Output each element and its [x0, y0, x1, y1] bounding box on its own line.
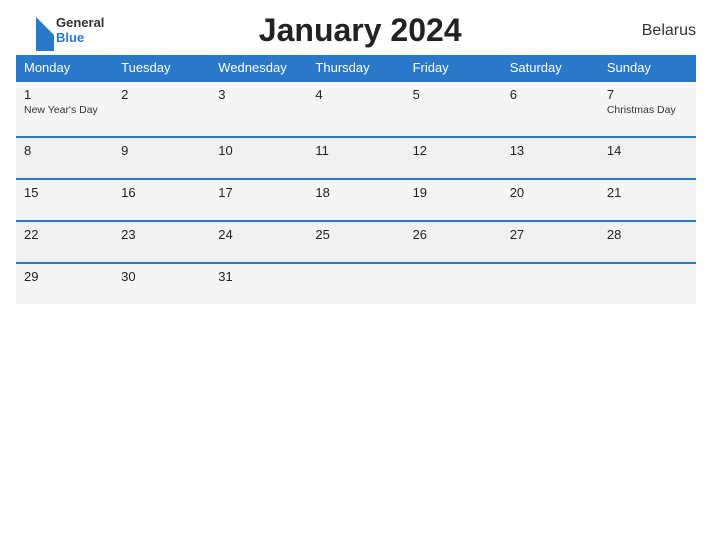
calendar-cell: 26 [405, 221, 502, 263]
calendar-cell [307, 263, 404, 304]
day-number: 12 [413, 143, 494, 158]
calendar-cell: 16 [113, 179, 210, 221]
weekday-header-sunday: Sunday [599, 55, 696, 81]
day-number: 23 [121, 227, 202, 242]
calendar-cell: 28 [599, 221, 696, 263]
day-number: 25 [315, 227, 396, 242]
calendar-cell: 6 [502, 81, 599, 137]
calendar-cell: 2 [113, 81, 210, 137]
calendar-cell: 13 [502, 137, 599, 179]
holiday-label: New Year's Day [24, 104, 105, 116]
calendar-cell: 12 [405, 137, 502, 179]
calendar-title: January 2024 [104, 12, 616, 49]
day-number: 14 [607, 143, 688, 158]
calendar-cell [599, 263, 696, 304]
day-number: 20 [510, 185, 591, 200]
logo-general-label: General [56, 16, 104, 30]
day-number: 16 [121, 185, 202, 200]
weekday-header-monday: Monday [16, 55, 113, 81]
day-number: 15 [24, 185, 105, 200]
calendar-week-row: 15 16 17 18 19 20 21 [16, 179, 696, 221]
weekday-header-saturday: Saturday [502, 55, 599, 81]
calendar-cell: 17 [210, 179, 307, 221]
calendar-cell: 18 [307, 179, 404, 221]
logo: General Blue [16, 13, 104, 49]
calendar-cell: 29 [16, 263, 113, 304]
calendar-cell: 5 [405, 81, 502, 137]
calendar-cell [502, 263, 599, 304]
day-number: 3 [218, 87, 299, 102]
weekday-header-thursday: Thursday [307, 55, 404, 81]
calendar-cell [405, 263, 502, 304]
calendar-cell: 22 [16, 221, 113, 263]
day-number: 28 [607, 227, 688, 242]
day-number: 27 [510, 227, 591, 242]
calendar-cell: 9 [113, 137, 210, 179]
day-number: 22 [24, 227, 105, 242]
calendar-cell: 30 [113, 263, 210, 304]
logo-icon [16, 13, 52, 49]
calendar-cell: 27 [502, 221, 599, 263]
weekday-header-friday: Friday [405, 55, 502, 81]
calendar-cell: 1 New Year's Day [16, 81, 113, 137]
calendar-cell: 4 [307, 81, 404, 137]
header: General Blue January 2024 Belarus [16, 12, 696, 49]
day-number: 17 [218, 185, 299, 200]
day-number: 8 [24, 143, 105, 158]
calendar-cell: 31 [210, 263, 307, 304]
calendar-table: MondayTuesdayWednesdayThursdayFridaySatu… [16, 55, 696, 304]
day-number: 18 [315, 185, 396, 200]
calendar-cell: 3 [210, 81, 307, 137]
calendar-cell: 19 [405, 179, 502, 221]
calendar-cell: 8 [16, 137, 113, 179]
calendar-cell: 24 [210, 221, 307, 263]
weekday-header-wednesday: Wednesday [210, 55, 307, 81]
day-number: 24 [218, 227, 299, 242]
day-number: 6 [510, 87, 591, 102]
calendar-cell: 10 [210, 137, 307, 179]
calendar-week-row: 8 9 10 11 12 13 14 [16, 137, 696, 179]
day-number: 2 [121, 87, 202, 102]
calendar-cell: 11 [307, 137, 404, 179]
weekday-header-tuesday: Tuesday [113, 55, 210, 81]
day-number: 11 [315, 143, 396, 158]
calendar-week-row: 29 30 31 [16, 263, 696, 304]
day-number: 29 [24, 269, 105, 284]
day-number: 13 [510, 143, 591, 158]
logo-blue-label: Blue [56, 31, 104, 45]
country-label: Belarus [616, 22, 696, 40]
day-number: 26 [413, 227, 494, 242]
day-number: 21 [607, 185, 688, 200]
calendar-cell: 21 [599, 179, 696, 221]
holiday-label: Christmas Day [607, 104, 688, 116]
calendar-cell: 15 [16, 179, 113, 221]
calendar-week-row: 1 New Year's Day 2 3 4 5 6 7 Christmas Day [16, 81, 696, 137]
logo-text: General Blue [56, 16, 104, 45]
calendar-week-row: 22 23 24 25 26 27 28 [16, 221, 696, 263]
day-number: 9 [121, 143, 202, 158]
calendar-cell: 14 [599, 137, 696, 179]
day-number: 4 [315, 87, 396, 102]
day-number: 7 [607, 87, 688, 102]
day-number: 19 [413, 185, 494, 200]
calendar-cell: 20 [502, 179, 599, 221]
day-number: 30 [121, 269, 202, 284]
day-number: 1 [24, 87, 105, 102]
day-number: 10 [218, 143, 299, 158]
calendar-cell: 23 [113, 221, 210, 263]
day-number: 5 [413, 87, 494, 102]
page: General Blue January 2024 Belarus Monday… [0, 0, 712, 550]
calendar-cell: 25 [307, 221, 404, 263]
calendar-body: 1New Year's Day234567Christmas Day891011… [16, 81, 696, 304]
weekday-row: MondayTuesdayWednesdayThursdayFridaySatu… [16, 55, 696, 81]
day-number: 31 [218, 269, 299, 284]
calendar-header: MondayTuesdayWednesdayThursdayFridaySatu… [16, 55, 696, 81]
calendar-cell: 7 Christmas Day [599, 81, 696, 137]
